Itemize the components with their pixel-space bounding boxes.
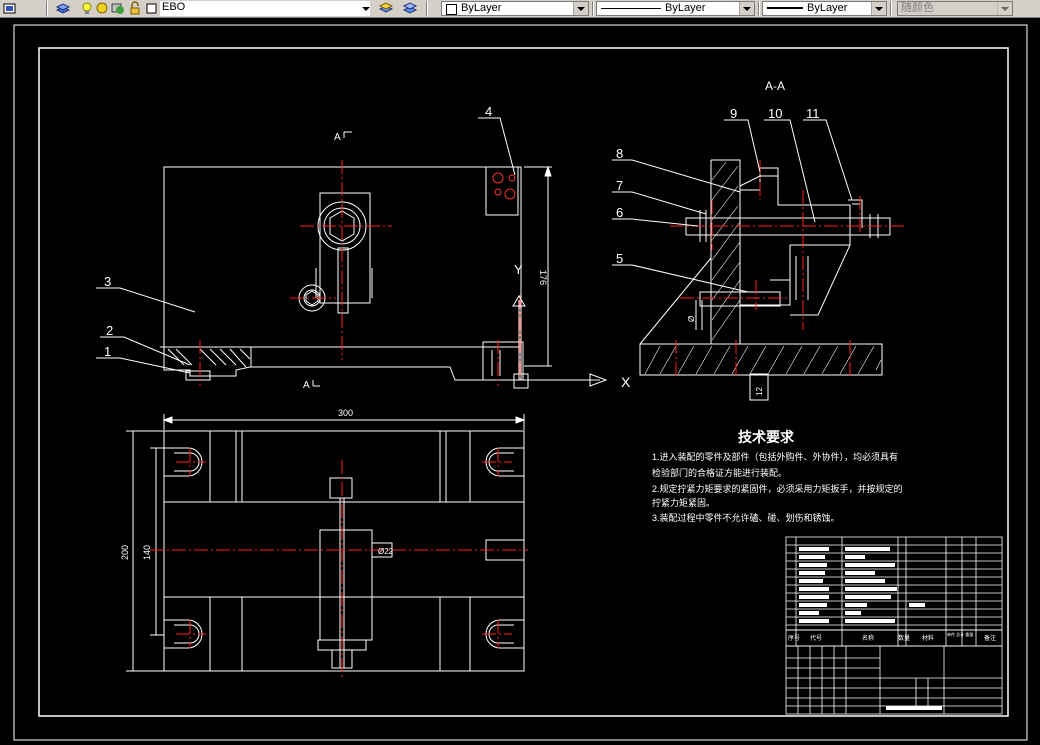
layer-lock-icon[interactable] (128, 1, 144, 16)
layer-dropdown-arrow-icon[interactable] (360, 1, 376, 16)
balloon-9: 9 (730, 106, 737, 121)
leaders-section (612, 119, 853, 293)
dim-height-label: 176 (538, 270, 548, 285)
balloon-10: 10 (768, 106, 782, 121)
dim-small-label: Ø (687, 316, 696, 322)
layer-viewport-icon[interactable] (110, 1, 126, 16)
dim-width-label: 300 (338, 408, 353, 418)
dim-depth-label: 200 (120, 545, 130, 560)
plot-style-value: 随颜色 (901, 2, 934, 14)
balloon-11: 11 (806, 106, 820, 121)
tech-req-line-5: 3.装配过程中零件不允许磕、碰、划伤和锈蚀。 (652, 512, 840, 523)
front-view (160, 166, 529, 389)
balloon-1: 1 (104, 344, 111, 359)
color-control-select[interactable]: ByLayer (441, 1, 589, 16)
lineweight-value: ByLayer (807, 2, 848, 14)
dim-inner-label: 140 (142, 545, 152, 560)
ucs-x-label: X (621, 374, 631, 390)
section-marker-bottom: A (303, 380, 310, 391)
layer-freeze-sun-icon[interactable] (95, 1, 111, 16)
linetype-value: ByLayer (665, 2, 706, 14)
leaders-front (96, 117, 516, 374)
layer-previous-icon[interactable] (402, 1, 418, 16)
color-value: ByLayer (461, 2, 502, 14)
lineweight-control-select[interactable]: ByLayer (762, 1, 887, 16)
bom-col-note: 备注 (984, 634, 996, 642)
layer-manager-icon[interactable] (2, 1, 18, 16)
ucs-icon (512, 295, 608, 387)
chevron-down-icon[interactable] (739, 2, 754, 15)
dim-height-176 (524, 165, 552, 367)
bom-col-code: 代号 (810, 634, 822, 642)
balloon-4: 4 (485, 104, 492, 119)
top-view-centerlines (150, 448, 528, 680)
balloon-6: 6 (616, 205, 623, 220)
tech-req-line-2: 检验部门的合格证方能进行装配。 (652, 467, 787, 478)
bom-col-material: 材料 (922, 634, 934, 642)
drawing-canvas[interactable]: 176 Y X A A 3 2 1 4 A-A 8 7 6 5 9 10 11 … (0, 18, 1040, 745)
balloon-8: 8 (616, 146, 623, 161)
front-view-centerlines (199, 160, 521, 386)
dim-side-label: 12 (755, 387, 764, 396)
section-hatch (644, 161, 882, 375)
layers-icon[interactable] (55, 1, 71, 16)
bom-col-weight: 单件 总计 重量 (947, 631, 973, 637)
linetype-control-select[interactable]: ByLayer (596, 1, 755, 16)
chevron-down-icon (997, 2, 1012, 15)
chevron-down-icon[interactable] (871, 2, 886, 15)
tech-req-line-1: 1.进入装配的零件及部件（包括外购件、外协件），均必须具有 (652, 451, 898, 462)
chevron-down-icon[interactable] (573, 2, 588, 15)
properties-toolbar: EBO ByLayer ByLayer ByLayer 随颜色 (0, 0, 1040, 18)
balloon-2: 2 (106, 323, 113, 338)
ucs-y-label: Y (514, 262, 523, 277)
bom-col-qty: 数量 (898, 634, 910, 642)
bom-col-name: 名称 (862, 634, 874, 642)
section-marker-top: A (334, 132, 341, 143)
top-view (126, 414, 526, 672)
tech-req-line-4: 拧紧力矩紧固。 (652, 497, 715, 508)
tech-req-title: 技术要求 (738, 429, 795, 445)
section-view-label: A-A (765, 79, 785, 93)
linetype-sample-icon (601, 8, 661, 9)
color-swatch-icon (446, 4, 457, 15)
layer-on-bulb-icon[interactable] (80, 1, 96, 16)
plot-style-control-select: 随颜色 (897, 1, 1013, 16)
bom-cell-fills (799, 547, 942, 710)
make-object-layer-current-icon[interactable] (378, 1, 394, 16)
section-view (639, 159, 891, 401)
tech-req-line-3: 2.规定拧紧力矩要求的紧固件，必须采用力矩扳手，并按规定的 (652, 483, 903, 494)
bom-col-no: 序号 (788, 634, 800, 642)
balloon-7: 7 (616, 178, 623, 193)
lineweight-sample-icon (767, 7, 803, 9)
layer-name-label[interactable]: EBO (160, 1, 370, 16)
balloon-5: 5 (616, 251, 623, 266)
dim-hole-label: Ø22 (378, 547, 394, 556)
balloon-3: 3 (104, 274, 111, 289)
drawing-frame (13, 24, 1028, 741)
